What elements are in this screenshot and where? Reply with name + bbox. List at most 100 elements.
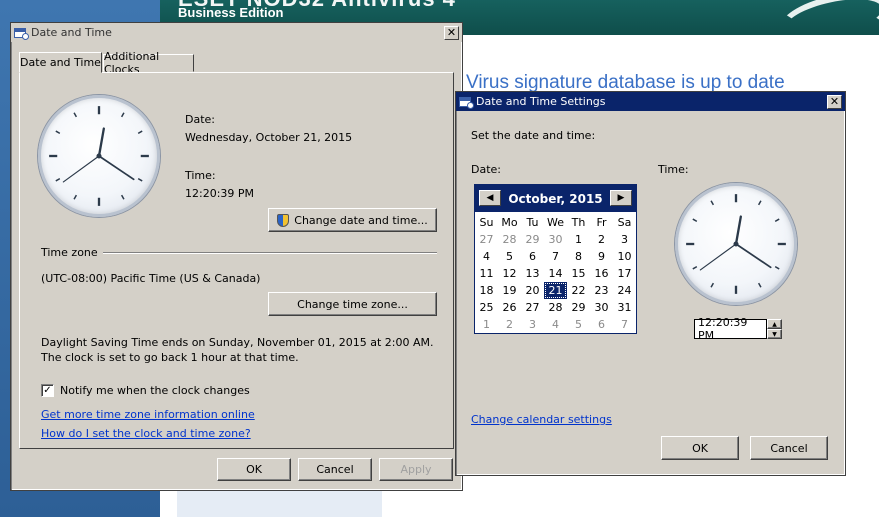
clock-tick	[137, 130, 143, 135]
eset-edition-label: Business Edition	[178, 5, 284, 20]
calendar-day[interactable]: 17	[613, 265, 636, 282]
calendar-day[interactable]: 28	[544, 299, 567, 316]
calendar-day[interactable]: 6	[590, 316, 613, 333]
calendar-day[interactable]: 29	[521, 231, 544, 248]
calendar-day[interactable]: 14	[544, 265, 567, 282]
calendar-day[interactable]: 13	[521, 265, 544, 282]
clock-tick	[137, 177, 143, 182]
calendar-day[interactable]: 15	[567, 265, 590, 282]
weekday-header: We	[544, 214, 567, 231]
window-title: Date and Time	[31, 26, 112, 39]
button-label: OK	[692, 441, 708, 455]
calendar-day[interactable]: 3	[613, 231, 636, 248]
button-label: Cancel	[770, 441, 808, 455]
calendar-day[interactable]: 6	[521, 248, 544, 265]
calendar-day[interactable]: 8	[567, 248, 590, 265]
calendar-day[interactable]: 2	[498, 316, 521, 333]
time-spin-down[interactable]: ▼	[767, 329, 782, 339]
calendar-day[interactable]: 1	[475, 316, 498, 333]
change-calendar-settings-link[interactable]: Change calendar settings	[471, 413, 612, 426]
calendar-grid: Su Mo Tu We Th Fr Sa 27 28 29 30 1 2 3 4 5 6 7 8 9 10 11 12 13 1…	[475, 214, 636, 333]
cancel-button[interactable]: Cancel	[298, 458, 372, 481]
calendar-day[interactable]: 27	[521, 299, 544, 316]
clock-face	[49, 106, 149, 206]
clock-tick	[757, 200, 762, 206]
calendar-day[interactable]: 30	[544, 231, 567, 248]
calendar-day[interactable]: 27	[475, 231, 498, 248]
calendar-day[interactable]: 22	[567, 282, 590, 299]
date-time-window: Date and Time ✕ Date and Time Additional…	[10, 22, 463, 491]
button-label: Cancel	[316, 463, 354, 476]
calendar-day[interactable]: 31	[613, 299, 636, 316]
settings-titlebar[interactable]: Date and Time Settings ✕	[456, 92, 845, 111]
calendar-day[interactable]: 7	[613, 316, 636, 333]
second-hand	[699, 243, 737, 271]
calendar-day[interactable]: 29	[567, 299, 590, 316]
uac-shield-icon	[277, 213, 290, 227]
calendar-day[interactable]: 30	[590, 299, 613, 316]
tab-label: Date and Time	[20, 56, 101, 69]
calendar-day[interactable]: 24	[613, 282, 636, 299]
time-label: Time:	[658, 163, 689, 176]
cancel-button[interactable]: Cancel	[750, 436, 828, 460]
time-input-value: 12:20:39 PM	[698, 316, 748, 342]
clock-tick	[73, 112, 78, 118]
calendar-day[interactable]: 5	[498, 248, 521, 265]
calendar-day[interactable]: 5	[567, 316, 590, 333]
time-spin-up[interactable]: ▲	[767, 319, 782, 329]
calendar-day[interactable]: 4	[475, 248, 498, 265]
apply-button[interactable]: Apply	[379, 458, 453, 481]
calendar: October, 2015 ◀ ▶ Su Mo Tu We Th Fr Sa 27 28 29 30…	[474, 184, 637, 334]
notify-checkbox[interactable]: ✓	[41, 384, 54, 397]
calendar-day[interactable]: 20	[521, 282, 544, 299]
tab-date-and-time[interactable]: Date and Time	[19, 52, 102, 73]
calendar-prev-button[interactable]: ◀	[479, 190, 501, 206]
date-label: Date:	[471, 163, 501, 176]
calendar-day[interactable]: 10	[613, 248, 636, 265]
clock-tick	[774, 218, 780, 223]
close-button[interactable]: ✕	[827, 94, 842, 109]
analog-clock-settings	[675, 183, 797, 305]
calendar-day[interactable]: 26	[498, 299, 521, 316]
window-title: Date and Time Settings	[476, 95, 606, 108]
weekday-header: Tu	[521, 214, 544, 231]
hour-hand	[97, 127, 105, 158]
calendar-day[interactable]: 16	[590, 265, 613, 282]
calendar-day[interactable]: 11	[475, 265, 498, 282]
analog-clock-main	[38, 95, 160, 217]
tab-additional-clocks[interactable]: Additional Clocks	[103, 50, 194, 76]
time-input[interactable]: 12:20:39 PM	[694, 316, 767, 342]
weekday-header: Sa	[613, 214, 636, 231]
calendar-day[interactable]: 12	[498, 265, 521, 282]
timezone-heading: Time zone	[41, 246, 98, 259]
change-date-time-button[interactable]: Change date and time...	[268, 208, 437, 232]
calendar-day[interactable]: 9	[590, 248, 613, 265]
eset-bottom-strip	[177, 490, 382, 517]
button-label: Change date and time...	[294, 213, 428, 227]
clock-tick	[120, 112, 125, 118]
calendar-day[interactable]: 7	[544, 248, 567, 265]
ok-button[interactable]: OK	[217, 458, 291, 481]
calendar-day[interactable]: 21	[544, 282, 567, 299]
change-time-zone-button[interactable]: Change time zone...	[268, 292, 437, 316]
ok-button[interactable]: OK	[661, 436, 739, 460]
date-time-titlebar[interactable]: Date and Time ✕	[11, 23, 462, 42]
calendar-day[interactable]: 18	[475, 282, 498, 299]
calendar-day[interactable]: 28	[498, 231, 521, 248]
time-label: Time:	[185, 169, 216, 182]
calendar-day[interactable]: 19	[498, 282, 521, 299]
calendar-day[interactable]: 23	[590, 282, 613, 299]
calendar-day[interactable]: 4	[544, 316, 567, 333]
calendar-day[interactable]: 2	[590, 231, 613, 248]
clock-tick	[120, 194, 125, 200]
more-timezone-info-link[interactable]: Get more time zone information online	[41, 408, 255, 421]
calendar-next-button[interactable]: ▶	[610, 190, 632, 206]
calendar-day[interactable]: 1	[567, 231, 590, 248]
close-button[interactable]: ✕	[444, 25, 459, 40]
calendar-day[interactable]: 3	[521, 316, 544, 333]
how-to-set-clock-link[interactable]: How do I set the clock and time zone?	[41, 427, 251, 440]
clock-tick	[692, 265, 698, 270]
clock-tick	[55, 130, 61, 135]
calendar-day[interactable]: 25	[475, 299, 498, 316]
hour-hand	[734, 215, 742, 246]
